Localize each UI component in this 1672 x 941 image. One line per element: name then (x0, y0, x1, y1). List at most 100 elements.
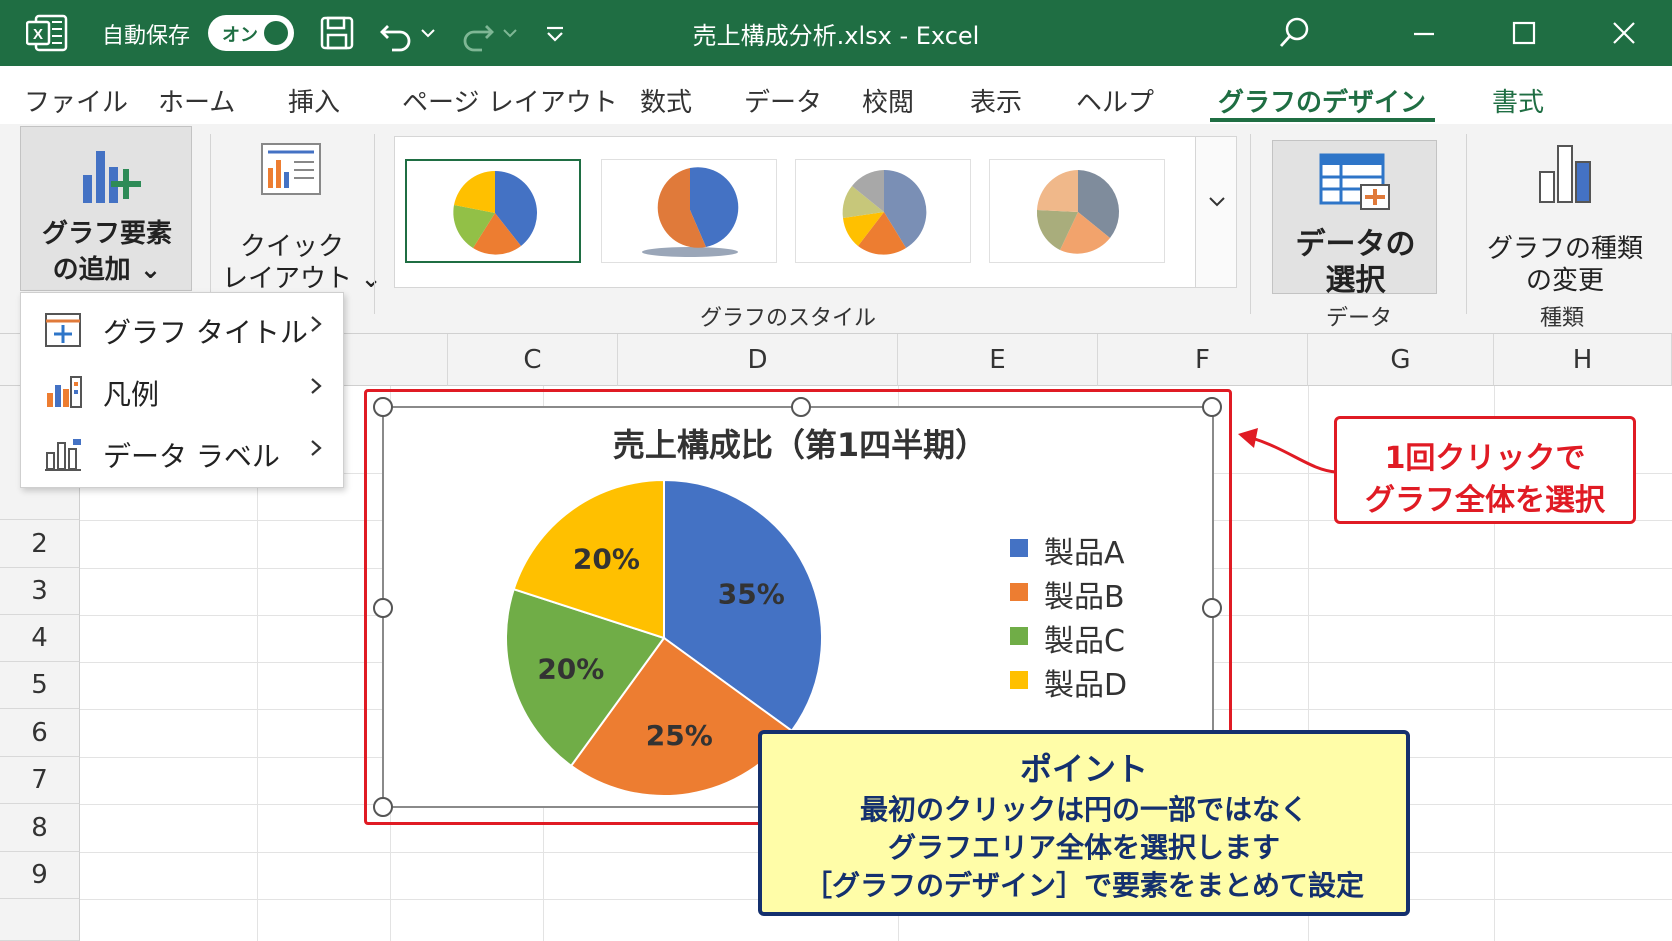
chart-style-3[interactable] (795, 159, 971, 263)
pie-data-label-c: 20% (537, 652, 604, 685)
resize-handle-top-center[interactable] (791, 397, 811, 417)
quick-layout-line2: レイアウト ⌄ (222, 264, 383, 294)
add-chart-element-icon (77, 145, 141, 207)
row-header-3[interactable]: 3 (0, 568, 80, 615)
minimize-icon[interactable] (1404, 14, 1444, 52)
menu-item-legend[interactable]: 凡例 (21, 359, 343, 421)
chart-style-4[interactable] (989, 159, 1165, 263)
tab-view[interactable]: 表示 (970, 82, 1022, 119)
change-chart-type-button[interactable]: グラフの種類 の変更 (1480, 134, 1650, 296)
type-group-label: 種類 (1540, 306, 1585, 331)
chart-style-2[interactable] (601, 159, 777, 263)
redo-dropdown-icon[interactable] (500, 14, 520, 52)
resize-handle-middle-left[interactable] (373, 598, 393, 618)
row-header-blank (0, 899, 80, 941)
legend-swatch-d (1010, 671, 1028, 689)
chevron-down-icon (1206, 191, 1228, 217)
menu-item-label: グラフ タイトル (103, 316, 308, 349)
quick-layout-icon (258, 140, 324, 198)
callout-point-title: ポイント (1019, 750, 1148, 788)
row-header-4[interactable]: 4 (0, 615, 80, 662)
tab-chart-design[interactable]: グラフのデザイン (1218, 82, 1426, 119)
row-header-8[interactable]: 8 (0, 804, 80, 852)
undo-icon[interactable] (378, 14, 416, 52)
change-chart-type-icon (1532, 140, 1598, 206)
add-chart-element-line1: グラフ要素 (41, 219, 172, 249)
pie-data-label-d: 20% (573, 543, 640, 576)
tab-insert[interactable]: 挿入 (288, 82, 340, 119)
row-header-5[interactable]: 5 (0, 662, 80, 709)
legend-swatch-b (1010, 583, 1028, 601)
save-icon[interactable] (318, 14, 356, 52)
select-data-line2: 選択 (1325, 263, 1386, 298)
search-icon[interactable] (1274, 14, 1314, 52)
svg-text:X: X (33, 26, 43, 43)
maximize-icon[interactable] (1504, 14, 1544, 52)
tab-help[interactable]: ヘルプ (1076, 82, 1154, 119)
callout-point: ポイント 最初のクリックは円の一部ではなく グラフエリア全体を選択します ［グラ… (758, 730, 1410, 916)
ribbon-separator (1250, 134, 1251, 314)
chart-title-icon (43, 311, 83, 349)
chart-styles-group-label: グラフのスタイル (700, 306, 877, 331)
pie-data-label-b: 25% (646, 719, 713, 752)
column-header-f[interactable]: F (1098, 334, 1308, 386)
resize-handle-top-left[interactable] (373, 397, 393, 417)
tab-data[interactable]: データ (744, 82, 822, 119)
undo-dropdown-icon[interactable] (418, 14, 438, 52)
callout-red-line2: グラフ全体を選択 (1365, 483, 1605, 518)
close-icon[interactable] (1604, 14, 1644, 52)
row-header-9[interactable]: 9 (0, 852, 80, 899)
legend-label-b: 製品B (1044, 580, 1125, 615)
chevron-right-icon (307, 309, 325, 346)
callout-point-line1: 最初のクリックは円の一部ではなく (859, 793, 1308, 826)
callout-click-once: 1回クリックで グラフ全体を選択 (1334, 416, 1636, 524)
tab-home[interactable]: ホーム (158, 82, 235, 119)
tab-formulas[interactable]: 数式 (640, 82, 692, 119)
tab-review[interactable]: 校閲 (862, 82, 914, 119)
callout-point-line3: ［グラフのデザイン］で要素をまとめて設定 (803, 869, 1364, 902)
column-header-e[interactable]: E (898, 334, 1098, 386)
tab-page-layout[interactable]: ページ レイアウト (402, 82, 618, 119)
toggle-knob (264, 21, 288, 45)
row-header-6[interactable]: 6 (0, 709, 80, 757)
legend-label-d: 製品D (1044, 668, 1128, 703)
column-header-c[interactable]: C (448, 334, 618, 386)
add-chart-element-menu: グラフ タイトル 凡例 データ ラベル (20, 292, 344, 488)
chart-style-1[interactable] (405, 159, 581, 263)
select-data-icon (1317, 151, 1393, 211)
callout-point-line2: グラフエリア全体を選択します (887, 831, 1280, 864)
tab-file[interactable]: ファイル (24, 82, 128, 119)
pie-data-label-a: 35% (718, 578, 785, 611)
title-bar: X 自動保存 オン 売上構成分析.xlsx - Excel (0, 0, 1672, 66)
autosave-toggle[interactable]: オン (208, 15, 294, 51)
tab-format[interactable]: 書式 (1492, 82, 1544, 119)
chevron-right-icon (307, 433, 325, 470)
customize-qat-icon[interactable] (536, 14, 574, 52)
data-group-label: データ (1326, 306, 1393, 331)
row-header-7[interactable]: 7 (0, 757, 80, 804)
ribbon-tabs: ファイル ホーム 挿入 ページ レイアウト 数式 データ 校閲 表示 ヘルプ グ… (0, 66, 1672, 124)
column-header-d[interactable]: D (618, 334, 898, 386)
ribbon-separator (374, 134, 375, 314)
resize-handle-top-right[interactable] (1202, 397, 1222, 417)
legend-label-c: 製品C (1044, 624, 1125, 659)
add-chart-element-button[interactable]: グラフ要素 の追加 ⌄ (20, 126, 192, 291)
menu-item-chart-title[interactable]: グラフ タイトル (21, 297, 343, 359)
autosave-toggle-label: オン (222, 25, 258, 46)
column-header-h[interactable]: H (1494, 334, 1672, 386)
gallery-more-button[interactable] (1195, 136, 1237, 288)
column-header-g[interactable]: G (1308, 334, 1494, 386)
ribbon-separator (1466, 134, 1467, 314)
select-data-button[interactable]: データの 選択 (1272, 140, 1437, 298)
change-chart-type-line2: の変更 (1525, 266, 1604, 296)
resize-handle-middle-right[interactable] (1202, 598, 1222, 618)
chart-styles-gallery (394, 136, 1236, 288)
active-tab-underline (1210, 118, 1435, 122)
quick-layout-button[interactable]: クイック レイアウト ⌄ (222, 134, 383, 294)
menu-item-data-labels[interactable]: データ ラベル (21, 421, 343, 483)
resize-handle-bottom-left[interactable] (373, 797, 393, 817)
add-chart-element-line2: の追加 ⌄ (52, 255, 162, 285)
row-header-2[interactable]: 2 (0, 520, 80, 568)
redo-icon[interactable] (458, 14, 496, 52)
legend-label-a: 製品A (1044, 536, 1125, 571)
